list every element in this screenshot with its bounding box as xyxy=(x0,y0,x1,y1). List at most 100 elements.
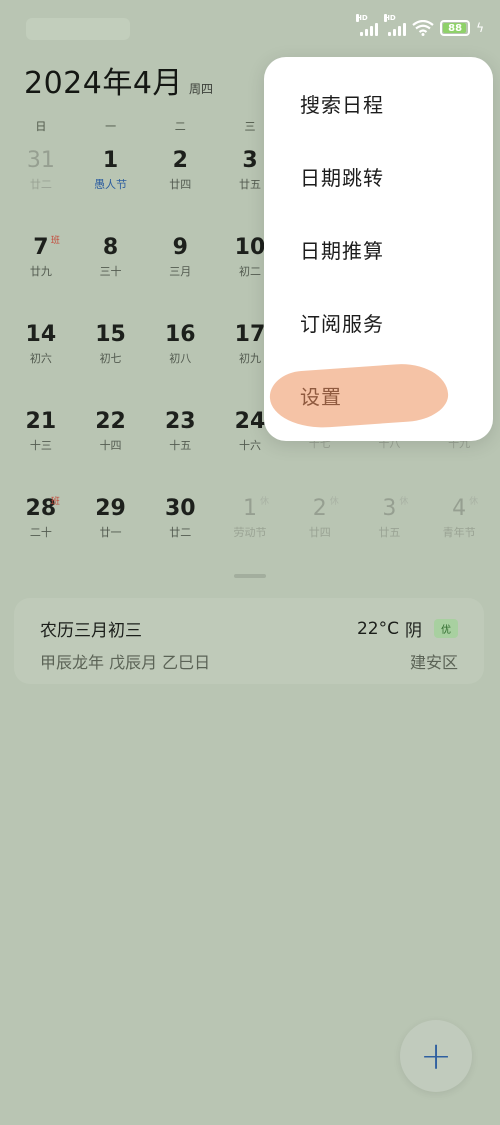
holiday-tag: 休 xyxy=(259,497,269,507)
day-number: 4 xyxy=(452,496,467,521)
status-time-blurred xyxy=(26,18,130,40)
day-number: 2 xyxy=(172,148,188,173)
calendar-day-cell[interactable]: 2 廿四 休 xyxy=(285,492,355,579)
lunar-day: 十三 xyxy=(29,439,52,452)
weekday-label: 一 xyxy=(105,120,117,133)
aqi-badge: 优 xyxy=(434,619,458,638)
menu-item-label: 日期推算 xyxy=(300,239,384,263)
calendar-day-cell[interactable]: 21 十三 xyxy=(6,405,76,492)
drag-handle[interactable] xyxy=(234,574,266,578)
status-bar: HD HD 88 ϟ xyxy=(0,0,500,52)
menu-item-settings[interactable]: 设置 xyxy=(264,359,493,432)
menu-item-label: 设置 xyxy=(300,385,342,409)
calendar-day-cell[interactable]: 28 二十 班 xyxy=(6,492,76,579)
calendar-day-cell[interactable]: 1 劳动节 休 xyxy=(215,492,285,579)
menu-item-date-calculate[interactable]: 日期推算 xyxy=(264,213,493,286)
calendar-day-cell[interactable]: 29 廿一 xyxy=(76,492,146,579)
wifi-icon xyxy=(412,20,434,36)
menu-item-label: 搜索日程 xyxy=(300,93,384,117)
calendar-day-cell[interactable]: 15 初七 xyxy=(76,318,146,405)
day-number: 21 xyxy=(25,409,57,434)
calendar-day-cell[interactable]: 16 初八 xyxy=(145,318,215,405)
day-number: 23 xyxy=(164,409,196,434)
day-number: 15 xyxy=(95,322,126,347)
day-number: 7 xyxy=(33,235,49,260)
lunar-day: 廿二 xyxy=(29,178,52,191)
weather-info: 22°C 阴 优 xyxy=(357,616,458,641)
menu-item-label: 订阅服务 xyxy=(300,312,384,336)
lunar-day: 初八 xyxy=(169,352,192,365)
day-number: 16 xyxy=(164,322,196,347)
overflow-menu: 搜索日程 日期跳转 日期推算 订阅服务 设置 xyxy=(264,57,493,441)
temperature: 22°C xyxy=(356,618,399,639)
battery-icon: 88 xyxy=(440,20,471,36)
menu-item-subscription[interactable]: 订阅服务 xyxy=(264,286,493,359)
calendar-day-cell[interactable]: 1 愚人节 xyxy=(76,144,146,231)
day-number: 2 xyxy=(312,496,327,521)
lunar-day: 十六 xyxy=(238,439,261,452)
calendar-day-cell[interactable]: 3 廿五 休 xyxy=(355,492,425,579)
ganzhi-date: 甲辰龙年 戊辰月 乙巳日 xyxy=(40,653,211,672)
weekday-label: 日 xyxy=(35,120,47,133)
holiday-tag: 休 xyxy=(329,497,339,507)
lunar-day: 初六 xyxy=(29,352,52,365)
day-number: 1 xyxy=(102,148,119,173)
calendar-header: 2024年4月 周四 xyxy=(24,58,213,102)
calendar-day-cell[interactable]: 7 廿九 班 xyxy=(6,231,76,318)
district-label: 建安区 xyxy=(409,653,458,672)
menu-item-label: 日期跳转 xyxy=(300,166,384,190)
day-number: 3 xyxy=(382,496,397,521)
workday-tag: 班 xyxy=(50,236,60,246)
day-number: 31 xyxy=(26,148,55,173)
holiday-tag: 休 xyxy=(399,497,409,507)
lunar-day: 廿四 xyxy=(169,178,192,191)
day-number: 1 xyxy=(242,496,257,521)
charging-icon: ϟ xyxy=(476,21,484,35)
lunar-day: 青年节 xyxy=(442,526,476,539)
lunar-day: 三十 xyxy=(99,265,122,278)
calendar-day-cell[interactable]: 8 三十 xyxy=(76,231,146,318)
day-number: 22 xyxy=(95,409,126,434)
calendar-day-cell[interactable]: 9 三月 xyxy=(145,231,215,318)
day-number: 14 xyxy=(25,322,57,347)
calendar-day-cell[interactable]: 4 青年节 休 xyxy=(424,492,494,579)
battery-level: 88 xyxy=(448,22,463,34)
calendar-day-cell[interactable]: 23 十五 xyxy=(145,405,215,492)
holiday-tag: 休 xyxy=(469,497,479,507)
festival-label: 愚人节 xyxy=(94,178,128,191)
calendar-day-cell[interactable]: 31 廿二 xyxy=(6,144,76,231)
hd-label: HD xyxy=(384,14,396,22)
lunar-date: 农历三月初三 xyxy=(40,621,142,641)
lunar-day: 二十 xyxy=(29,526,52,539)
lunar-day: 十四 xyxy=(99,439,122,452)
day-number: 30 xyxy=(164,496,196,521)
add-event-button[interactable]: + xyxy=(400,1020,472,1092)
day-number: 8 xyxy=(102,235,119,260)
calendar-day-cell[interactable]: 22 十四 xyxy=(76,405,146,492)
month-title[interactable]: 2024年4月 xyxy=(24,58,183,102)
calendar-day-cell[interactable]: 30 廿二 xyxy=(145,492,215,579)
calendar-day-cell[interactable]: 2 廿四 xyxy=(145,144,215,231)
workday-tag: 班 xyxy=(50,497,60,507)
lunar-day: 廿二 xyxy=(169,526,192,539)
menu-item-search-schedule[interactable]: 搜索日程 xyxy=(264,67,493,140)
plus-icon: + xyxy=(420,1034,452,1078)
day-number: 29 xyxy=(95,496,126,521)
day-number: 28 xyxy=(25,496,57,521)
lunar-day: 劳动节 xyxy=(233,526,267,539)
status-icons: HD HD 88 ϟ xyxy=(356,14,484,36)
signal-icon: HD xyxy=(384,14,407,36)
highlight-mark xyxy=(268,360,450,432)
hd-label: HD xyxy=(356,14,368,22)
menu-item-date-jump[interactable]: 日期跳转 xyxy=(264,140,493,213)
lunar-day: 廿九 xyxy=(29,265,52,278)
weather-condition: 阴 xyxy=(405,621,422,641)
lunar-day: 三月 xyxy=(169,265,192,278)
today-weekday: 周四 xyxy=(188,82,213,96)
day-info-card[interactable]: 农历三月初三 22°C 阴 优 甲辰龙年 戊辰月 乙巳日 建安区 xyxy=(14,598,484,684)
signal-icon: HD xyxy=(356,14,379,36)
lunar-day: 初七 xyxy=(99,352,122,365)
lunar-day: 廿一 xyxy=(99,526,122,539)
weekday-label: 二 xyxy=(174,120,186,133)
calendar-day-cell[interactable]: 14 初六 xyxy=(6,318,76,405)
